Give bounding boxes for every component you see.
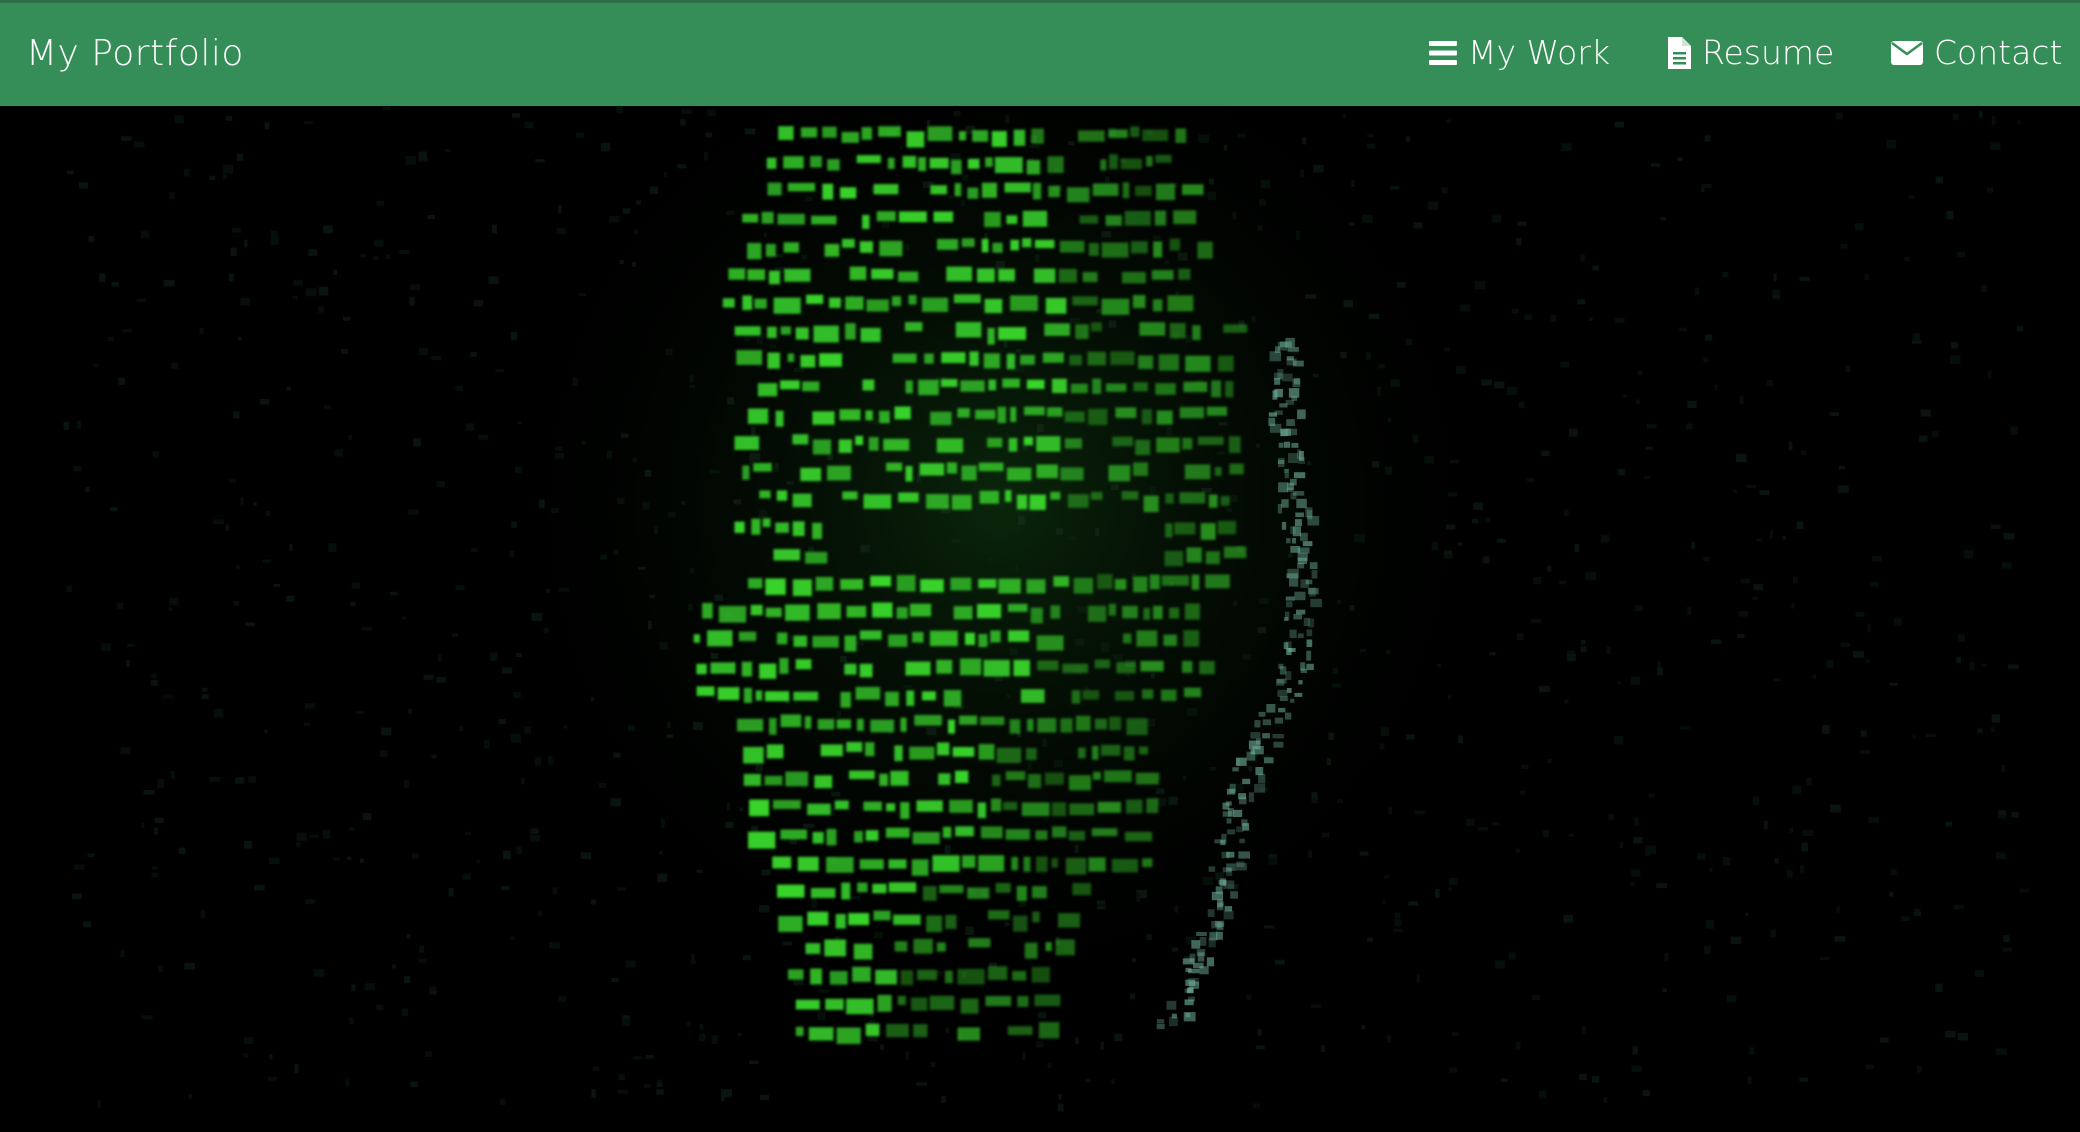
nav-link-label: Resume — [1702, 33, 1835, 72]
hero-image — [0, 106, 2080, 1132]
matrix-face-illustration — [0, 106, 2080, 1132]
envelope-icon — [1890, 39, 1924, 67]
nav-link-label: Contact — [1934, 33, 2063, 72]
nav-link-resume[interactable]: Resume — [1666, 33, 1834, 72]
nav-link-label: My Work — [1468, 33, 1611, 72]
top-navbar: My Portfolio My Work Resume Contact — [0, 0, 2080, 106]
brand-link[interactable]: My Portfolio — [26, 33, 244, 74]
bars-icon — [1428, 39, 1458, 67]
nav-link-contact[interactable]: Contact — [1890, 33, 2062, 72]
file-icon — [1666, 36, 1692, 70]
nav-link-my-work[interactable]: My Work — [1428, 33, 1610, 72]
